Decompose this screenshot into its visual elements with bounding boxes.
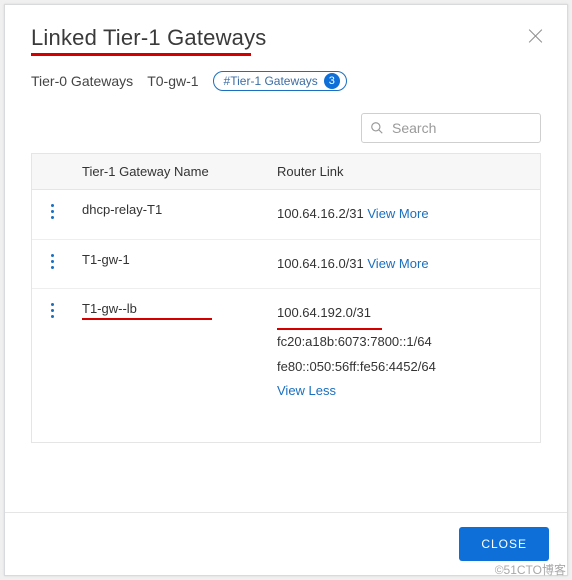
kebab-icon[interactable]	[32, 240, 72, 269]
router-address: fe80::050:56ff:fe56:4452/64	[277, 355, 530, 380]
chip-count-badge: 3	[324, 73, 340, 89]
modal-title: Linked Tier-1 Gateways	[31, 25, 541, 51]
cell-name: dhcp-relay-T1	[72, 190, 267, 229]
modal-header: Linked Tier-1 Gateways	[5, 5, 567, 61]
col-routerlink: Router Link	[267, 154, 540, 189]
breadcrumb-root[interactable]: Tier-0 Gateways	[31, 73, 133, 89]
annotation-underline-name	[82, 318, 212, 320]
kebab-icon[interactable]	[32, 289, 72, 318]
cell-name: T1-gw--lb	[72, 289, 267, 332]
cell-routerlink: 100.64.16.2/31 View More	[267, 190, 540, 239]
router-address: 100.64.16.0/31	[277, 256, 364, 271]
gateway-table: Tier-1 Gateway Name Router Link dhcp-rel…	[31, 153, 541, 443]
breadcrumb-gateway[interactable]: T0-gw-1	[147, 73, 198, 89]
col-actions	[32, 154, 72, 174]
router-address: 100.64.192.0/31	[277, 305, 371, 320]
modal: Linked Tier-1 Gateways Tier-0 Gateways T…	[4, 4, 568, 576]
chip-label: #Tier-1 Gateways	[224, 74, 318, 88]
search-icon	[370, 121, 384, 135]
search-row	[5, 97, 567, 153]
close-button[interactable]: CLOSE	[459, 527, 549, 561]
cell-name-text: T1-gw--lb	[82, 301, 137, 316]
view-toggle-link[interactable]: View More	[367, 256, 428, 271]
table-row: T1-gw-1 100.64.16.0/31 View More	[32, 240, 540, 290]
table-row: T1-gw--lb 100.64.192.0/31 fc20:a18b:6073…	[32, 289, 540, 416]
watermark: ©51CTO博客	[495, 561, 566, 578]
search-box[interactable]	[361, 113, 541, 143]
annotation-underline-title	[31, 53, 251, 56]
cell-name: T1-gw-1	[72, 240, 267, 279]
modal-footer: CLOSE	[5, 512, 567, 575]
router-address: fc20:a18b:6073:7800::1/64	[277, 330, 530, 355]
kebab-icon[interactable]	[32, 190, 72, 219]
router-address: 100.64.16.2/31	[277, 206, 364, 221]
table-row: dhcp-relay-T1 100.64.16.2/31 View More	[32, 190, 540, 240]
close-icon[interactable]	[527, 27, 545, 45]
breadcrumb-chip[interactable]: #Tier-1 Gateways 3	[213, 71, 347, 91]
col-name: Tier-1 Gateway Name	[72, 154, 267, 189]
view-toggle-link[interactable]: View Less	[277, 379, 530, 404]
cell-routerlink: 100.64.192.0/31 fc20:a18b:6073:7800::1/6…	[267, 289, 540, 416]
breadcrumb: Tier-0 Gateways T0-gw-1 #Tier-1 Gateways…	[5, 61, 567, 97]
cell-routerlink: 100.64.16.0/31 View More	[267, 240, 540, 289]
table-header: Tier-1 Gateway Name Router Link	[32, 154, 540, 190]
search-input[interactable]	[390, 119, 532, 137]
view-toggle-link[interactable]: View More	[367, 206, 428, 221]
